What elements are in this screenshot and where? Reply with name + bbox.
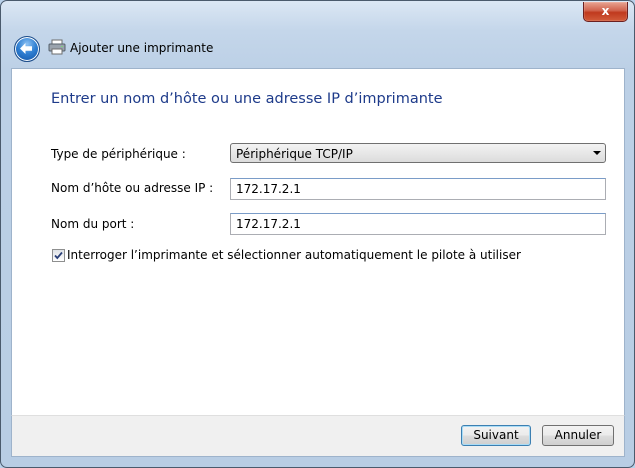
wizard-content: Entrer un nom d’hôte ou une adresse IP d… <box>11 68 625 416</box>
port-name-input[interactable] <box>230 213 606 235</box>
port-label: Nom du port : <box>51 217 135 231</box>
add-printer-window: x Ajouter une imprimante Entrer un nom d… <box>0 0 635 468</box>
wizard-footer: Suivant Annuler <box>11 415 625 457</box>
close-button[interactable]: x <box>583 2 628 22</box>
device-type-label: Type de périphérique : <box>51 147 186 161</box>
auto-driver-checkbox[interactable] <box>52 249 65 262</box>
printer-icon <box>48 39 66 55</box>
cancel-button[interactable]: Annuler <box>542 425 614 446</box>
wizard-title: Ajouter une imprimante <box>70 41 214 55</box>
close-icon: x <box>601 4 610 18</box>
device-type-value: Périphérique TCP/IP <box>236 147 353 161</box>
chevron-down-icon <box>593 151 601 155</box>
device-type-select[interactable]: Périphérique TCP/IP <box>230 143 606 163</box>
next-button[interactable]: Suivant <box>461 425 531 446</box>
back-arrow-icon <box>20 43 32 54</box>
back-button[interactable] <box>14 36 40 62</box>
page-heading: Entrer un nom d’hôte ou une adresse IP d… <box>51 91 443 107</box>
hostname-label: Nom d’hôte ou adresse IP : <box>51 181 214 195</box>
auto-driver-label[interactable]: Interroger l’imprimante et sélectionner … <box>67 248 521 262</box>
checkmark-icon <box>54 251 63 260</box>
hostname-input[interactable] <box>230 178 606 200</box>
